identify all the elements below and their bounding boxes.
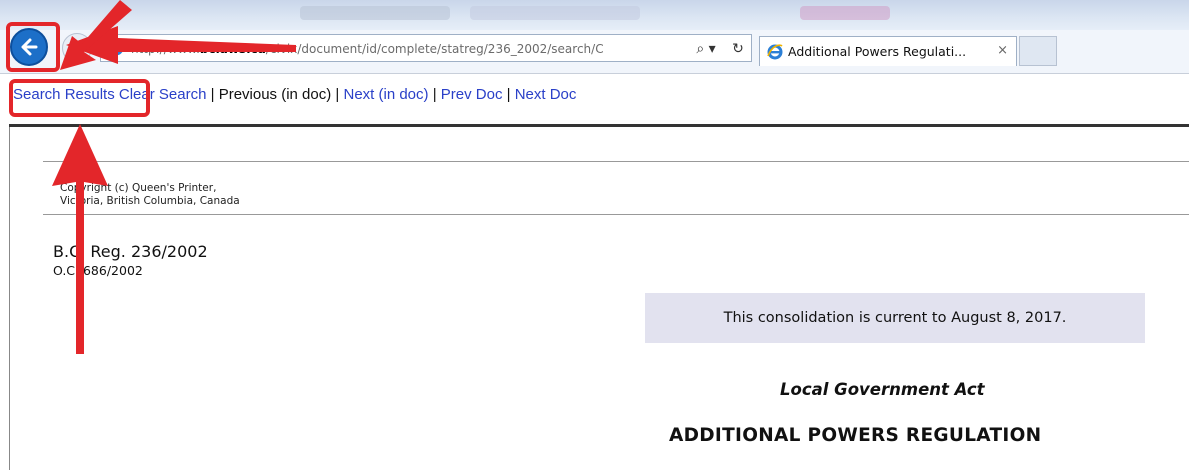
divider-bottom (43, 214, 1189, 215)
tab-title: Additional Powers Regulati... (788, 44, 967, 59)
copyright-line-2: Victoria, British Columbia, Canada (60, 195, 240, 207)
copyright-line-1: Copyright (c) Queen's Printer, (60, 182, 217, 194)
tab-additional-powers[interactable]: Additional Powers Regulati... × (759, 36, 1017, 66)
arrow-to-search-results (52, 124, 108, 354)
forward-button[interactable] (62, 33, 92, 63)
address-bar[interactable]: http://www.bclaws.ca/civix/document/id/c… (100, 34, 752, 62)
title-blur-1 (300, 6, 450, 20)
nav-separator: | (506, 86, 511, 103)
forward-arrow-icon (74, 42, 82, 54)
search-dropdown-button[interactable]: ⌕ ▾ (691, 39, 721, 59)
next-in-doc-link[interactable]: Next (in doc) (343, 86, 428, 103)
url-domain: bclaws.ca (199, 42, 266, 56)
copyright-notice: Copyright (c) Queen's Printer, Victoria,… (60, 182, 240, 208)
prev-doc-link[interactable]: Prev Doc (441, 86, 503, 103)
nav-separator: | (210, 86, 215, 103)
bc-regulation-number: B.C. Reg. 236/2002 (53, 242, 208, 261)
title-blur-2 (470, 6, 640, 20)
url-path: /civix/document/id/complete/statreg/236_… (265, 42, 604, 56)
previous-in-doc-text: Previous (in doc) (218, 86, 332, 103)
regulation-title: ADDITIONAL POWERS REGULATION (669, 425, 1042, 446)
close-icon[interactable]: × (997, 43, 1008, 58)
nav-separator: | (335, 86, 340, 103)
search-results-highlight (9, 79, 150, 117)
content-left-border (9, 127, 10, 470)
ie-logo-icon (766, 43, 784, 61)
consolidation-notice: This consolidation is current to August … (645, 293, 1145, 343)
ie-logo-icon (107, 39, 125, 57)
address-url[interactable]: http://www.bclaws.ca/civix/document/id/c… (131, 40, 686, 58)
url-prefix: http://www. (131, 42, 200, 56)
nav-separator: | (432, 86, 437, 103)
act-title: Local Government Act (780, 380, 985, 399)
refresh-button[interactable]: ↻ (727, 39, 749, 59)
divider-top (43, 161, 1189, 162)
back-button-highlight (6, 22, 60, 72)
window-title-bar (0, 0, 1189, 30)
title-blur-3 (800, 6, 890, 20)
header-divider (9, 124, 1189, 127)
next-doc-link[interactable]: Next Doc (515, 86, 577, 103)
new-tab-button[interactable] (1019, 36, 1057, 66)
order-in-council-number: O.C. 686/2002 (53, 263, 143, 278)
